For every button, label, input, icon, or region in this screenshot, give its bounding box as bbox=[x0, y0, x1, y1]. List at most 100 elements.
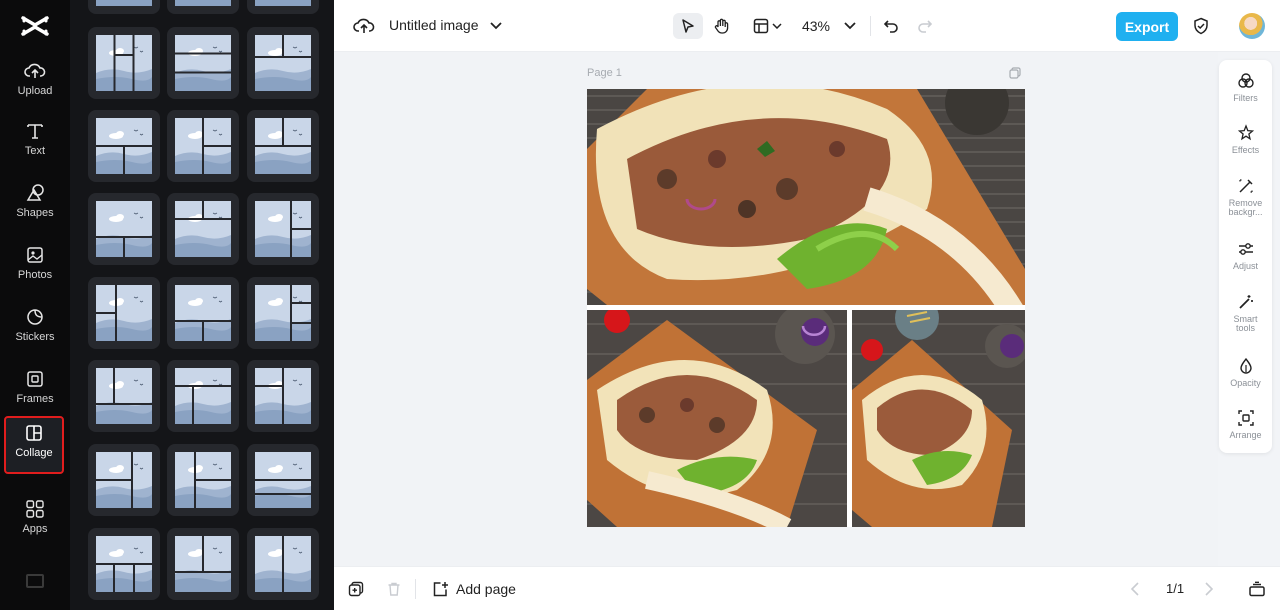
user-avatar[interactable] bbox=[1239, 13, 1265, 39]
tool-label: Remove backgr... bbox=[1228, 198, 1263, 217]
tool-label: Effects bbox=[1231, 145, 1260, 155]
tool-effects[interactable]: Effects bbox=[1219, 123, 1272, 155]
rail-item-photos[interactable]: Photos bbox=[0, 240, 70, 296]
collage-page[interactable] bbox=[587, 89, 1025, 527]
rail-label: Stickers bbox=[15, 331, 55, 343]
tool-smart-tools[interactable]: Smart tools bbox=[1219, 292, 1272, 333]
cloud-save-icon[interactable] bbox=[352, 13, 376, 39]
arrange-icon bbox=[1236, 408, 1256, 428]
undo-icon bbox=[883, 20, 898, 33]
rail-label: Photos bbox=[17, 269, 53, 281]
left-rail: Upload Text Shapes Photos Stickers Frame… bbox=[0, 0, 70, 610]
rail-label: Frames bbox=[16, 393, 54, 405]
rail-item-apps[interactable]: Apps bbox=[0, 494, 70, 550]
collage-template-tile[interactable] bbox=[88, 528, 160, 600]
document-title[interactable]: Untitled image bbox=[389, 17, 479, 33]
filters-icon bbox=[1236, 71, 1256, 91]
chevron-down-icon bbox=[771, 23, 782, 29]
rail-footer-icon[interactable] bbox=[26, 574, 44, 588]
collage-template-tile[interactable] bbox=[88, 360, 160, 432]
cloud-upload-icon bbox=[24, 60, 46, 82]
collage-template-tile[interactable] bbox=[247, 27, 319, 99]
next-page-button[interactable] bbox=[1204, 579, 1214, 599]
taco-photo-bottom-right[interactable] bbox=[852, 310, 1025, 527]
collage-template-tile[interactable] bbox=[88, 27, 160, 99]
collage-template-tile[interactable] bbox=[167, 528, 239, 600]
rail-label: Apps bbox=[22, 523, 48, 535]
delete-page-button[interactable] bbox=[386, 579, 402, 599]
tool-filters[interactable]: Filters bbox=[1219, 71, 1272, 103]
collage-template-tile[interactable] bbox=[167, 444, 239, 516]
redo-button[interactable] bbox=[914, 13, 936, 39]
layout-icon bbox=[753, 18, 768, 34]
zoom-dropdown[interactable]: 43% bbox=[799, 13, 859, 39]
text-icon bbox=[24, 120, 46, 142]
sticker-icon bbox=[24, 306, 46, 328]
rail-item-text[interactable]: Text bbox=[0, 116, 70, 172]
collage-template-tile[interactable] bbox=[247, 193, 319, 265]
taco-photo-bottom-left[interactable] bbox=[587, 310, 847, 527]
tool-adjust[interactable]: Adjust bbox=[1219, 239, 1272, 271]
page-counter: 1/1 bbox=[1166, 581, 1185, 596]
collage-template-tile[interactable] bbox=[88, 0, 160, 14]
remove-background-icon bbox=[1236, 176, 1256, 196]
add-page-button[interactable]: Add page bbox=[432, 579, 516, 599]
rail-item-stickers[interactable]: Stickers bbox=[0, 302, 70, 358]
top-toolbar: Untitled image 43% Export bbox=[334, 0, 1280, 52]
shield-button[interactable] bbox=[1190, 13, 1212, 39]
collage-template-tile[interactable] bbox=[247, 444, 319, 516]
tool-label: Filters bbox=[1233, 93, 1258, 103]
chevron-down-icon[interactable] bbox=[487, 13, 505, 39]
tool-label: Adjust bbox=[1232, 261, 1258, 271]
magic-wand-icon bbox=[1236, 292, 1256, 312]
collage-template-tile[interactable] bbox=[247, 277, 319, 349]
collage-template-tile[interactable] bbox=[167, 27, 239, 99]
hand-icon bbox=[714, 18, 729, 34]
chevron-down-icon bbox=[844, 22, 856, 30]
select-pointer-button[interactable] bbox=[673, 13, 703, 39]
shapes-icon bbox=[24, 182, 46, 204]
rail-item-collage[interactable]: Collage bbox=[4, 416, 64, 474]
collage-template-tile[interactable] bbox=[247, 528, 319, 600]
toolbar-divider bbox=[870, 16, 871, 36]
add-page-icon bbox=[433, 582, 448, 597]
apps-grid-icon bbox=[24, 498, 46, 520]
rail-label: Upload bbox=[17, 85, 53, 97]
undo-button[interactable] bbox=[880, 13, 902, 39]
rail-item-frames[interactable]: Frames bbox=[0, 364, 70, 420]
bottom-toolbar: Add page 1/1 bbox=[334, 566, 1280, 610]
collage-template-panel bbox=[70, 0, 334, 610]
duplicate-page-icon[interactable] bbox=[1009, 67, 1021, 79]
collage-template-tile[interactable] bbox=[88, 110, 160, 182]
collage-template-tile[interactable] bbox=[167, 110, 239, 182]
collage-template-tile[interactable] bbox=[88, 277, 160, 349]
rail-item-shapes[interactable]: Shapes bbox=[0, 178, 70, 234]
hand-pan-button[interactable] bbox=[709, 13, 735, 39]
tool-label: Opacity bbox=[1230, 378, 1261, 388]
collage-template-tile[interactable] bbox=[167, 360, 239, 432]
collage-template-tile[interactable] bbox=[167, 0, 239, 14]
export-button[interactable]: Export bbox=[1116, 12, 1178, 41]
pages-panel-button[interactable] bbox=[1248, 579, 1266, 599]
capcut-logo[interactable] bbox=[20, 12, 50, 40]
previous-page-button[interactable] bbox=[1130, 579, 1140, 599]
layers-icon bbox=[1249, 581, 1265, 597]
collage-template-tile[interactable] bbox=[88, 193, 160, 265]
tool-remove-background[interactable]: Remove backgr... bbox=[1219, 176, 1272, 217]
collage-template-tile[interactable] bbox=[167, 277, 239, 349]
collage-template-tile[interactable] bbox=[88, 444, 160, 516]
bottombar-divider bbox=[415, 579, 416, 599]
tool-opacity[interactable]: Opacity bbox=[1219, 356, 1272, 388]
layout-menu-button[interactable] bbox=[750, 13, 784, 39]
canvas-area: Page 1 bbox=[334, 52, 1218, 566]
taco-photo-top[interactable] bbox=[587, 89, 1025, 305]
tool-arrange[interactable]: Arrange bbox=[1219, 408, 1272, 440]
collage-template-tile[interactable] bbox=[167, 193, 239, 265]
collage-template-tile[interactable] bbox=[247, 360, 319, 432]
collage-template-tile[interactable] bbox=[247, 0, 319, 14]
rail-label: Shapes bbox=[16, 207, 54, 219]
duplicate-page-button[interactable] bbox=[348, 579, 364, 599]
rail-item-upload[interactable]: Upload bbox=[0, 56, 70, 112]
effects-icon bbox=[1236, 123, 1256, 143]
collage-template-tile[interactable] bbox=[247, 110, 319, 182]
